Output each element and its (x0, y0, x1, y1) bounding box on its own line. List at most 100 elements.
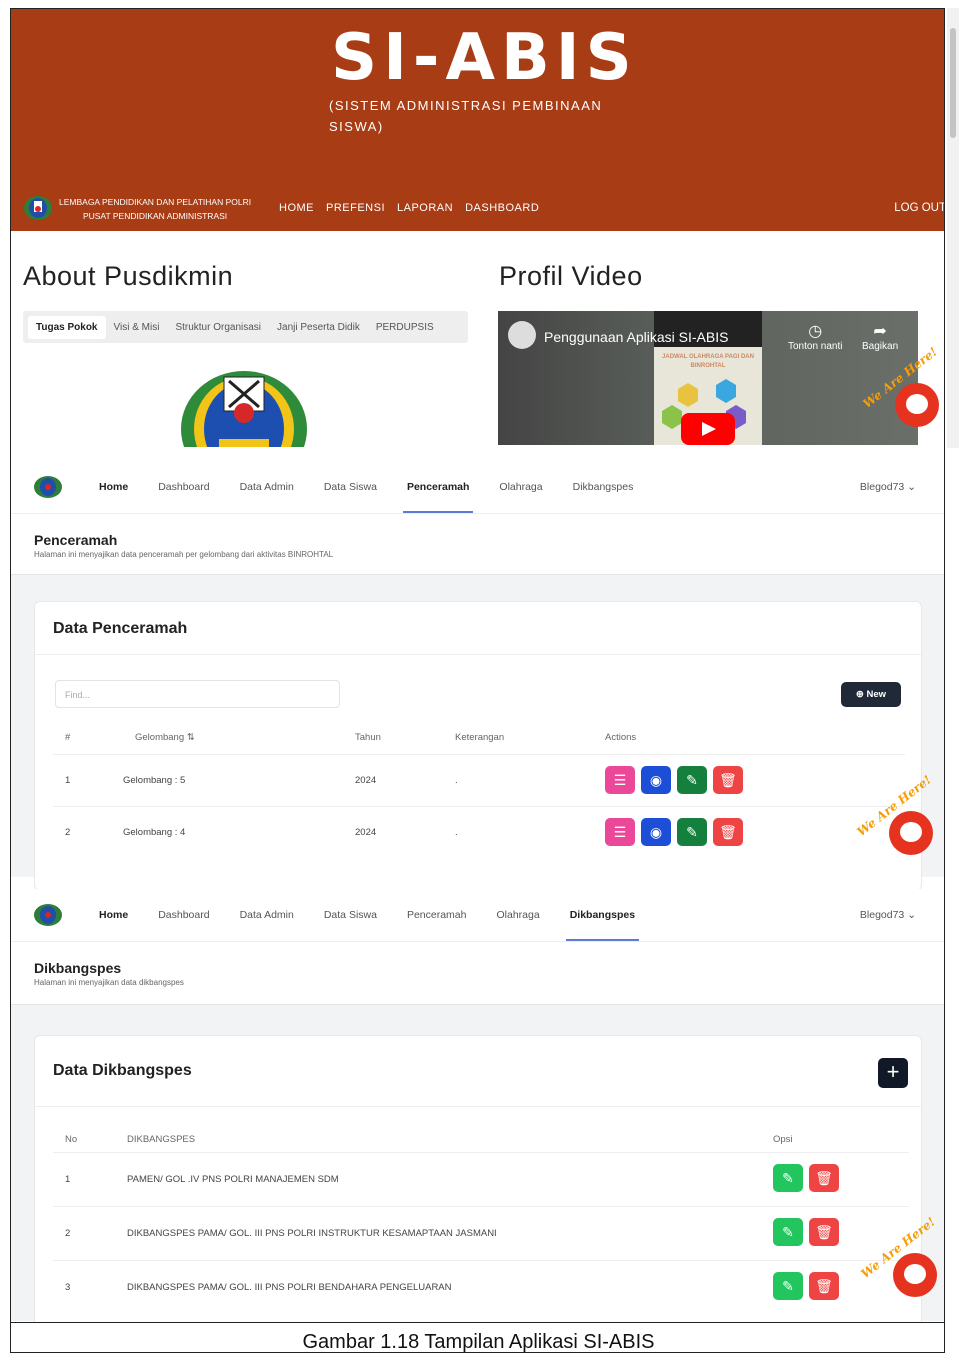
row-tahun: 2024 (355, 827, 377, 838)
search-input[interactable]: Find... (55, 680, 340, 708)
page-header-dikbangspes: Dikbangspes Halaman ini menyajikan data … (11, 941, 944, 1005)
tab-struktur-organisasi[interactable]: Struktur Organisasi (167, 316, 269, 339)
watch-later-button[interactable]: ◷ Tonton nanti (788, 321, 843, 352)
nav-data-siswa[interactable]: Data Siswa (309, 889, 392, 941)
hero-nav-laporan[interactable]: LAPORAN (397, 202, 453, 214)
hero-nav-home[interactable]: HOME (279, 202, 314, 214)
app-title: SI-ABIS (331, 21, 638, 95)
delete-button[interactable]: 🗑 (809, 1272, 839, 1300)
edit-icon: ✎ (782, 1277, 794, 1294)
delete-button[interactable]: 🗑 (809, 1164, 839, 1192)
col-header-gelombang[interactable]: Gelombang ⇅ (135, 732, 195, 743)
hero-nav-prefensi[interactable]: PREFENSI (326, 202, 385, 214)
scrollbar-thumb[interactable] (950, 28, 956, 138)
nav-dikbangspes[interactable]: Dikbangspes (555, 889, 650, 941)
edit-button[interactable]: ✎ (677, 766, 707, 794)
list-icon: ☰ (613, 771, 627, 788)
edit-button[interactable]: ✎ (773, 1272, 803, 1300)
user-name: Blegod73 (859, 481, 905, 493)
nav-home[interactable]: Home (84, 889, 143, 941)
hero-nav-dashboard[interactable]: DASHBOARD (465, 202, 539, 214)
card-data-penceramah: Data Penceramah Find... ⊕ New # Gelomban… (34, 601, 923, 891)
trash-icon: 🗑 (815, 1277, 833, 1294)
delete-button[interactable]: 🗑 (713, 766, 743, 794)
sort-icon[interactable]: ⇅ (187, 732, 195, 743)
edit-button[interactable]: ✎ (773, 1218, 803, 1246)
trash-icon: 🗑 (815, 1223, 833, 1240)
trash-icon: 🗑 (815, 1169, 833, 1186)
user-menu[interactable]: Blegod73 ⌄ (860, 889, 916, 941)
chat-icon[interactable] (893, 1253, 937, 1297)
page-title: Penceramah (34, 532, 118, 548)
card-data-dikbangspes: Data Dikbangspes + No DIKBANGSPES Opsi 1… (34, 1035, 923, 1335)
share-button[interactable]: ➦ Bagikan (862, 321, 898, 352)
about-tabs: Tugas Pokok Visi & Misi Struktur Organis… (23, 311, 468, 343)
delete-button[interactable]: 🗑 (809, 1218, 839, 1246)
nav-data-siswa[interactable]: Data Siswa (309, 461, 392, 513)
tab-tugas-pokok[interactable]: Tugas Pokok (28, 315, 106, 339)
col-header-opsi: Opsi (773, 1134, 793, 1145)
edit-icon: ✎ (782, 1223, 794, 1240)
app-logo-icon (34, 476, 62, 498)
trash-icon: 🗑 (719, 823, 737, 840)
video-title[interactable]: Penggunaan Aplikasi SI-ABIS (544, 329, 728, 345)
detail-button[interactable]: ☰ (605, 818, 635, 846)
watch-later-label: Tonton nanti (788, 341, 843, 352)
play-button[interactable] (681, 413, 735, 445)
detail-button[interactable]: ☰ (605, 766, 635, 794)
nav-data-admin[interactable]: Data Admin (225, 889, 309, 941)
tab-perdupsis[interactable]: PERDUPSIS (368, 316, 442, 339)
page-subtitle: Halaman ini menyajikan data dikbangspes (34, 978, 184, 987)
nav-olahraga[interactable]: Olahraga (482, 889, 555, 941)
nav-olahraga[interactable]: Olahraga (484, 461, 557, 513)
edit-icon: ✎ (782, 1169, 794, 1186)
app-logo-icon (34, 904, 62, 926)
tab-janji-peserta-didik[interactable]: Janji Peserta Didik (269, 316, 368, 339)
card-title: Data Penceramah (53, 620, 188, 637)
new-button[interactable]: ⊕ New (841, 682, 901, 707)
content-area-dikbangspes: Data Dikbangspes + No DIKBANGSPES Opsi 1… (11, 1005, 944, 1335)
nav-dashboard[interactable]: Dashboard (143, 889, 224, 941)
row-gelombang: Gelombang : 5 (123, 775, 186, 786)
app-navbar-dikbangspes: Home Dashboard Data Admin Data Siswa Pen… (11, 889, 944, 941)
chat-widget[interactable]: We Are Here! (854, 773, 937, 859)
tab-visi-misi[interactable]: Visi & Misi (106, 316, 168, 339)
edit-button[interactable]: ✎ (773, 1164, 803, 1192)
nav-home[interactable]: Home (84, 461, 143, 513)
nav-dikbangspes[interactable]: Dikbangspes (558, 461, 649, 513)
add-button[interactable]: + (878, 1058, 908, 1088)
chat-widget[interactable]: We Are Here! (860, 345, 943, 431)
nav-penceramah[interactable]: Penceramah (392, 461, 484, 513)
nav-data-admin[interactable]: Data Admin (225, 461, 309, 513)
eye-icon: ◉ (649, 771, 663, 788)
chat-widget[interactable]: We Are Here! (858, 1215, 941, 1301)
col-header-keterangan: Keterangan (455, 732, 505, 743)
edit-icon: ✎ (686, 823, 698, 840)
new-label: New (866, 689, 887, 700)
channel-avatar[interactable] (508, 321, 536, 349)
view-button[interactable]: ◉ (641, 818, 671, 846)
row-keterangan: . (455, 775, 458, 786)
logout-link[interactable]: LOG OUT (894, 202, 944, 214)
chat-icon[interactable] (889, 811, 933, 855)
hero-nav: HOME PREFENSI LAPORAN DASHBOARD (279, 202, 539, 214)
chevron-down-icon: ⌄ (907, 481, 916, 493)
chat-icon[interactable] (895, 383, 939, 427)
view-button[interactable]: ◉ (641, 766, 671, 794)
edit-button[interactable]: ✎ (677, 818, 707, 846)
user-menu[interactable]: Blegod73 ⌄ (860, 461, 916, 513)
row-no: 1 (65, 775, 71, 786)
row-no: 2 (65, 1228, 71, 1239)
card-title: Data Dikbangspes (53, 1062, 192, 1079)
col-header-tahun: Tahun (355, 732, 381, 743)
institution-line2: PUSAT PENDIDIKAN ADMINISTRASI (82, 211, 228, 221)
delete-button[interactable]: 🗑 (713, 818, 743, 846)
nav-penceramah[interactable]: Penceramah (392, 889, 482, 941)
scrollbar[interactable] (947, 8, 959, 448)
row-name: PAMEN/ GOL .IV PNS POLRI MANAJEMEN SDM (127, 1174, 339, 1185)
nav-dashboard[interactable]: Dashboard (143, 461, 224, 513)
video-player[interactable]: JADWAL OLAHRAGA PAGI DAN BINROHTAL Pengg… (498, 311, 918, 445)
col-header-gelombang-label: Gelombang (135, 732, 185, 743)
figure-caption: Gambar 1.18 Tampilan Aplikasi SI-ABIS (11, 1322, 944, 1352)
app-navbar-penceramah: Home Dashboard Data Admin Data Siswa Pen… (11, 461, 944, 513)
